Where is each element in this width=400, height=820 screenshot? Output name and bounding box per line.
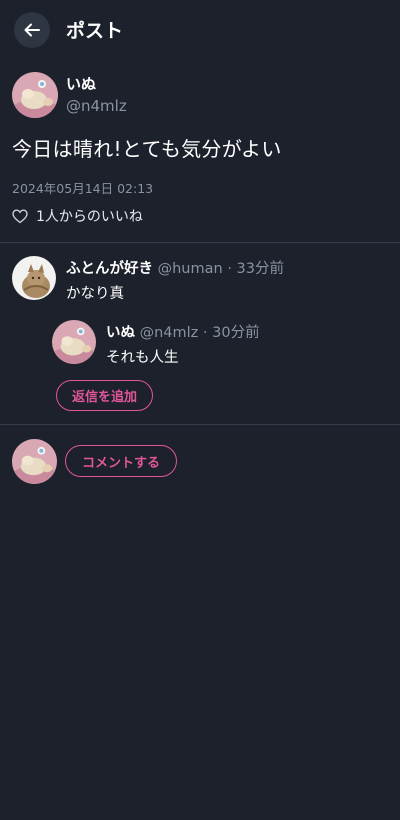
page-title: ポスト bbox=[66, 20, 124, 42]
reply-meta: いぬ @n4mlz · 30分前 bbox=[106, 321, 260, 342]
reply-text: それも人生 bbox=[106, 350, 179, 366]
header-bar: ポスト bbox=[0, 0, 400, 60]
reply-author-handle[interactable]: @n4mlz bbox=[140, 325, 199, 341]
like-count-label: 1人からのいいね bbox=[36, 209, 143, 225]
post-author-handle[interactable]: @n4mlz bbox=[66, 97, 127, 115]
post-author-avatar[interactable] bbox=[12, 72, 58, 118]
comment-author-name[interactable]: ふとんが好き bbox=[66, 261, 153, 277]
comment-meta: ふとんが好き @human · 33分前 bbox=[66, 257, 284, 278]
comment-button[interactable]: コメントする bbox=[65, 445, 177, 477]
divider bbox=[0, 424, 400, 425]
like-button[interactable]: 1人からのいいね bbox=[12, 206, 143, 226]
heart-outline-icon bbox=[12, 208, 28, 223]
comment-text: かなり真 bbox=[66, 286, 124, 302]
back-button[interactable] bbox=[14, 12, 50, 48]
post-timestamp: 2024年05月14日 02:13 bbox=[12, 181, 154, 196]
reply-author-avatar[interactable] bbox=[52, 320, 96, 364]
arrow-left-icon bbox=[24, 23, 40, 37]
comment-author-handle[interactable]: @human bbox=[158, 261, 223, 277]
comment-author-avatar[interactable] bbox=[12, 256, 56, 300]
comment-time: · 33分前 bbox=[227, 261, 284, 277]
reply-author-name[interactable]: いぬ bbox=[106, 325, 135, 341]
post-text: 今日は晴れ!とても気分がよい bbox=[12, 137, 282, 161]
current-user-avatar bbox=[12, 439, 57, 484]
post-author-name[interactable]: いぬ bbox=[66, 73, 96, 94]
divider bbox=[0, 242, 400, 243]
add-reply-button[interactable]: 返信を追加 bbox=[56, 380, 153, 411]
reply-time: · 30分前 bbox=[202, 325, 260, 341]
